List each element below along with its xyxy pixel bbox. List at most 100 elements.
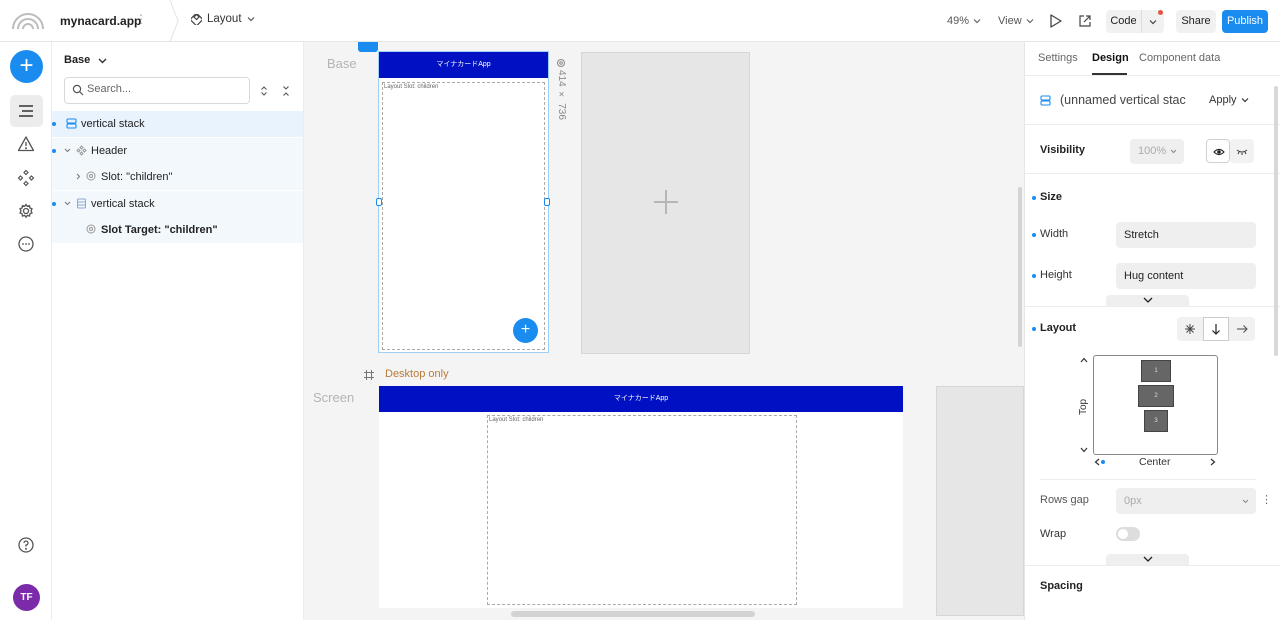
tree-item-vertical-stack-2[interactable]: vertical stack — [52, 191, 303, 217]
component-icon — [191, 13, 202, 25]
notification-dot — [1158, 10, 1163, 15]
add-breakpoint-card[interactable] — [581, 52, 750, 354]
chevron-down-icon — [98, 58, 107, 63]
tree-item-vertical-stack[interactable]: vertical stack — [52, 111, 303, 137]
eye-closed-icon[interactable] — [1230, 139, 1254, 163]
tab-component-data[interactable]: Component data — [1139, 52, 1220, 64]
help-icon[interactable] — [17, 536, 35, 554]
fab-add-button[interactable]: + — [513, 318, 538, 343]
chevron-right-icon[interactable] — [1210, 458, 1216, 466]
desktop-artboard[interactable]: マイナカードApp Layout Slot: children — [379, 386, 903, 608]
resize-handle-right[interactable] — [544, 198, 550, 206]
chevron-down-icon — [1242, 499, 1249, 504]
canvas[interactable]: Base Screen マイナカードApp Layout Slot: child… — [304, 42, 1024, 620]
add-button[interactable]: + — [10, 50, 43, 83]
sort-icon[interactable] — [259, 85, 269, 97]
search-input[interactable] — [87, 83, 237, 95]
chevron-down-icon[interactable] — [1080, 447, 1088, 453]
mobile-artboard[interactable]: マイナカードApp Layout Slot: children + — [376, 51, 550, 353]
status-dot — [1032, 233, 1036, 237]
status-dot — [52, 202, 56, 206]
view-menu[interactable]: View — [998, 15, 1034, 27]
add-breakpoint-card[interactable] — [936, 386, 1024, 616]
wrap-toggle[interactable] — [1116, 527, 1140, 541]
app-header[interactable]: マイナカードApp — [379, 386, 903, 412]
layout-selector[interactable]: Layout — [191, 13, 255, 25]
play-icon[interactable] — [1048, 13, 1064, 29]
divider — [1025, 75, 1280, 76]
layout-alignment-grid[interactable]: 1 2 3 — [1093, 355, 1218, 455]
breakpoint-label: Base — [64, 54, 91, 66]
frame-handle-icon[interactable] — [358, 42, 378, 52]
vertical-scrollbar[interactable] — [1018, 187, 1022, 347]
tree-item-slot-children[interactable]: Slot: "children" — [52, 164, 303, 190]
share-button[interactable]: Share — [1176, 10, 1216, 33]
status-dot — [52, 149, 56, 153]
logo-icon[interactable] — [10, 9, 46, 31]
settings-icon[interactable] — [556, 58, 566, 68]
eye-icon[interactable] — [1206, 139, 1230, 163]
more-icon[interactable]: ⋮ — [1261, 493, 1272, 506]
visibility-value: 100% — [1138, 145, 1167, 157]
open-external-icon[interactable] — [1078, 14, 1092, 28]
breakpoint-selector[interactable]: Base — [64, 54, 107, 66]
apply-menu[interactable]: Apply — [1209, 94, 1249, 106]
vertical-stack-icon — [66, 118, 77, 129]
more-icon[interactable] — [17, 235, 35, 253]
chevron-down-icon — [247, 17, 254, 22]
arrow-down-icon[interactable] — [1203, 317, 1229, 341]
height-field[interactable]: Hug content — [1116, 263, 1256, 289]
chevron-down-icon[interactable] — [64, 200, 71, 207]
chevron-left-icon[interactable] — [1094, 458, 1100, 466]
resize-handle-left[interactable] — [376, 198, 382, 206]
status-dot — [1032, 196, 1036, 200]
code-button[interactable]: Code — [1106, 10, 1164, 33]
avatar[interactable]: TF — [13, 584, 40, 611]
layout-slot[interactable]: Layout Slot: children — [382, 82, 545, 350]
chevron-up-icon[interactable] — [1080, 357, 1088, 363]
settings-icon[interactable] — [17, 202, 35, 220]
chevron-down-icon — [1026, 19, 1034, 24]
top-bar: mynacard.app ⋮ Layout 49% View Code Shar… — [0, 0, 1280, 42]
tree-item-label: Slot Target: "children" — [101, 224, 218, 236]
chevron-down-icon — [1170, 149, 1177, 154]
chevron-right-icon[interactable] — [75, 173, 82, 180]
component-icon — [76, 145, 87, 156]
components-icon[interactable] — [17, 169, 35, 187]
search-box[interactable] — [64, 77, 250, 104]
component-name[interactable]: (unnamed vertical stac — [1060, 93, 1186, 107]
app-header[interactable]: マイナカードApp — [379, 52, 548, 78]
tree-icon[interactable] — [17, 102, 35, 120]
frame-icon[interactable] — [364, 370, 374, 380]
tab-settings[interactable]: Settings — [1038, 52, 1078, 64]
divider — [1025, 565, 1280, 566]
app-name[interactable]: mynacard.app — [60, 14, 141, 28]
rows-gap-label: Rows gap — [1040, 494, 1089, 506]
warning-icon[interactable] — [17, 135, 35, 153]
tree-item-slot-target[interactable]: Slot Target: "children" — [52, 217, 303, 243]
app-more-icon[interactable]: ⋮ — [135, 12, 147, 26]
tree-item-label: vertical stack — [81, 118, 145, 130]
horizontal-align-label[interactable]: Center — [1139, 456, 1171, 468]
collapse-all-icon[interactable] — [281, 85, 291, 97]
layout-slot[interactable]: Layout Slot: children — [487, 415, 797, 605]
vertical-align-label[interactable]: Top — [1078, 399, 1089, 415]
rows-gap-field[interactable]: 0px — [1116, 488, 1256, 514]
publish-button[interactable]: Publish — [1222, 10, 1268, 33]
chevron-down-icon[interactable] — [64, 147, 71, 154]
layout-free-button[interactable] — [1177, 317, 1203, 341]
arrow-right-icon[interactable] — [1229, 317, 1255, 341]
zoom-menu[interactable]: 49% — [947, 15, 981, 27]
vertical-stack-icon — [1040, 95, 1051, 106]
horizontal-scrollbar[interactable] — [511, 611, 755, 617]
panel-scrollbar[interactable] — [1274, 86, 1278, 356]
tree-item-label: Slot: "children" — [101, 171, 173, 183]
width-field[interactable]: Stretch — [1116, 222, 1256, 248]
breakpoint-label-screen: Screen — [313, 390, 355, 405]
rows-gap-value: 0px — [1124, 495, 1142, 507]
visibility-opacity[interactable]: 100% — [1130, 139, 1184, 164]
chevron-down-icon — [1241, 98, 1248, 103]
tree-item-header[interactable]: Header — [52, 138, 303, 164]
slot-icon — [86, 224, 96, 234]
tab-design[interactable]: Design — [1092, 52, 1129, 64]
